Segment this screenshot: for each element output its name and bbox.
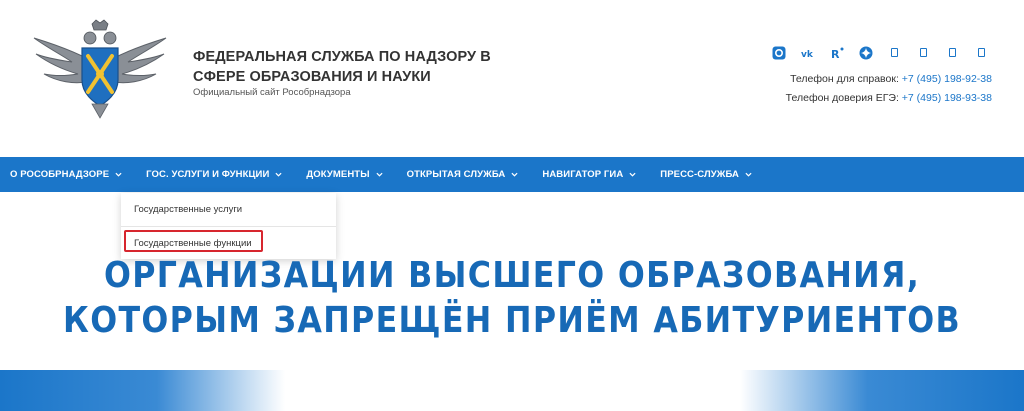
phone-hotline-line: Телефон доверия ЕГЭ: +7 (495) 198-93-38 bbox=[786, 89, 992, 108]
ok-icon[interactable] bbox=[771, 45, 786, 60]
youtube-icon[interactable] bbox=[916, 45, 931, 60]
phone-hotline-number[interactable]: +7 (495) 198-93-38 bbox=[902, 92, 992, 104]
org-subtitle: Официальный сайт Рособрнадзора bbox=[193, 87, 351, 98]
nav-item-about[interactable]: О РОСОБРНАДЗОРЕ bbox=[10, 169, 122, 180]
twitter-icon[interactable] bbox=[945, 45, 960, 60]
decorative-stripe-right bbox=[740, 370, 1024, 411]
nav-item-label: ПРЕСС-СЛУЖБА bbox=[660, 169, 739, 180]
nav-item-gia-navigator[interactable]: НАВИГАТОР ГИА bbox=[542, 169, 636, 180]
site-header: ФЕДЕРАЛЬНАЯ СЛУЖБА ПО НАДЗОРУ В СФЕРЕ ОБ… bbox=[0, 0, 1024, 157]
svg-text:R: R bbox=[831, 48, 840, 60]
vk-icon[interactable]: vk bbox=[800, 45, 815, 60]
nav-item-label: ГОС. УСЛУГИ И ФУНКЦИИ bbox=[146, 169, 270, 180]
page-title-line2: КОТОРЫМ ЗАПРЕЩЁН ПРИЁМ АБИТУРИЕНТОВ bbox=[63, 300, 961, 341]
phone-hotline-label: Телефон доверия ЕГЭ: bbox=[785, 92, 902, 104]
dropdown-item-state-functions[interactable]: Государственные функции bbox=[134, 238, 252, 249]
chevron-down-icon bbox=[745, 172, 752, 177]
svg-text:vk: vk bbox=[801, 50, 814, 58]
chevron-down-icon bbox=[511, 172, 518, 177]
services-dropdown-menu: Государственные услуги Государственные ф… bbox=[121, 193, 336, 259]
nav-item-services[interactable]: ГОС. УСЛУГИ И ФУНКЦИИ bbox=[146, 169, 282, 180]
rutube-icon[interactable]: R bbox=[829, 45, 844, 60]
nav-item-label: О РОСОБРНАДЗОРЕ bbox=[10, 169, 110, 180]
org-title-line1: ФЕДЕРАЛЬНАЯ СЛУЖБА ПО НАДЗОРУ В bbox=[193, 49, 491, 65]
phone-info-label: Телефон для справок: bbox=[790, 73, 902, 85]
contact-phones: Телефон для справок: +7 (495) 198-92-38 … bbox=[786, 70, 992, 108]
org-name-block: ФЕДЕРАЛЬНАЯ СЛУЖБА ПО НАДЗОРУ В СФЕРЕ ОБ… bbox=[193, 47, 491, 99]
chevron-down-icon bbox=[376, 172, 383, 177]
telegram-icon[interactable] bbox=[887, 45, 902, 60]
dropdown-item-state-services[interactable]: Государственные услуги bbox=[134, 204, 242, 215]
main-nav: О РОСОБРНАДЗОРЕ ГОС. УСЛУГИ И ФУНКЦИИ ДО… bbox=[0, 157, 1024, 192]
page-title-line1: ОРГАНИЗАЦИИ ВЫСШЕГО ОБРАЗОВАНИЯ, bbox=[103, 255, 921, 296]
phone-info-number[interactable]: +7 (495) 198-92-38 bbox=[902, 73, 992, 85]
social-links: vk R bbox=[771, 45, 989, 60]
nav-item-open-service[interactable]: ОТКРЫТАЯ СЛУЖБА bbox=[407, 169, 519, 180]
org-title-line2: СФЕРЕ ОБРАЗОВАНИЯ И НАУКИ bbox=[193, 69, 431, 85]
nav-item-documents[interactable]: ДОКУМЕНТЫ bbox=[306, 169, 383, 180]
chevron-down-icon bbox=[115, 172, 122, 177]
nav-item-label: НАВИГАТОР ГИА bbox=[542, 169, 624, 180]
dropdown-divider bbox=[121, 226, 336, 227]
phone-info-line: Телефон для справок: +7 (495) 198-92-38 bbox=[786, 70, 992, 89]
nav-item-press[interactable]: ПРЕСС-СЛУЖБА bbox=[660, 169, 752, 180]
nav-item-label: ДОКУМЕНТЫ bbox=[306, 169, 370, 180]
facebook-icon[interactable] bbox=[974, 45, 989, 60]
nav-item-label: ОТКРЫТАЯ СЛУЖБА bbox=[406, 169, 506, 180]
chevron-down-icon bbox=[629, 172, 636, 177]
chevron-down-icon bbox=[275, 172, 282, 177]
decorative-stripe-left bbox=[0, 370, 285, 411]
dzen-icon[interactable] bbox=[858, 45, 873, 60]
page-title: ОРГАНИЗАЦИИ ВЫСШЕГО ОБРАЗОВАНИЯ, КОТОРЫМ… bbox=[61, 253, 962, 343]
rosobrnadzor-logo[interactable] bbox=[30, 18, 170, 120]
